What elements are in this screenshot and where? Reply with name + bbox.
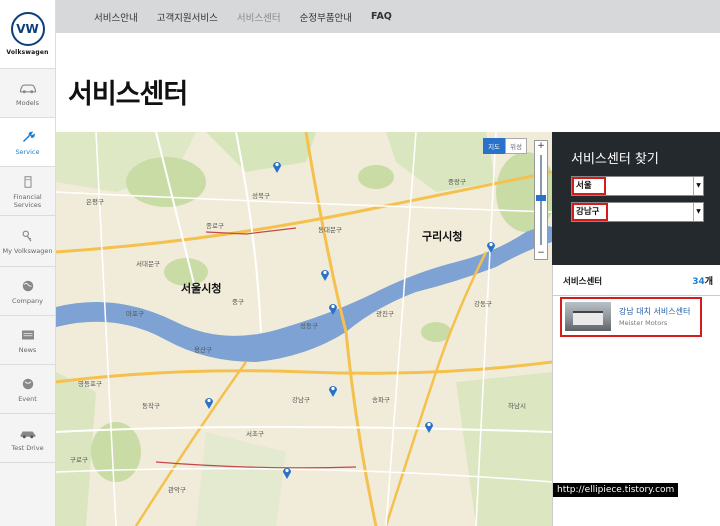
map-pin-icon[interactable] xyxy=(424,420,434,433)
results-count: 34개 xyxy=(692,274,713,287)
chevron-down-icon: ▼ xyxy=(693,177,703,195)
topnav-faq[interactable]: FAQ xyxy=(371,11,392,22)
sidebar-item-service[interactable]: Service xyxy=(0,118,55,167)
map-label-mapo: 마포구 xyxy=(126,310,144,318)
sidebar-item-event[interactable]: Event xyxy=(0,365,55,414)
chevron-down-icon: ▼ xyxy=(693,203,703,221)
results-header: 서비스센터 34개 xyxy=(553,265,720,296)
sidebar-item-financial[interactable]: Financial Services xyxy=(0,167,55,216)
sidebar-item-label: Service xyxy=(15,147,40,156)
sidebar-item-label: Event xyxy=(18,394,37,403)
logo[interactable]: VW Volkswagen xyxy=(0,0,55,69)
map-label-songpa: 송파구 xyxy=(372,396,390,404)
map-label-guri-city-hall: 구리시청 xyxy=(422,230,463,243)
calculator-icon xyxy=(24,175,31,188)
sidebar: VW Volkswagen Models Service Financial S… xyxy=(0,0,56,526)
zoom-in-button[interactable]: + xyxy=(535,141,547,152)
topnav-genuine-parts[interactable]: 순정부품안내 xyxy=(300,10,352,24)
map-label-jungnang: 중랑구 xyxy=(448,178,466,186)
map-pin-icon[interactable] xyxy=(272,160,282,173)
sidebar-item-company[interactable]: Company xyxy=(0,267,55,316)
map-label-jung: 중구 xyxy=(232,298,244,306)
map-label-seongbuk: 성북구 xyxy=(252,192,270,200)
wrench-icon xyxy=(22,131,35,142)
sidebar-item-news[interactable]: News xyxy=(0,316,55,365)
district-select-value: 강남구 xyxy=(572,203,608,221)
result-item-dealer: Meister Motors xyxy=(619,319,668,327)
map-label-hanam: 하남시 xyxy=(508,402,526,410)
car-icon xyxy=(19,83,36,93)
map-type-toggle: 지도 위성 xyxy=(483,138,527,154)
sidebar-item-label: Models xyxy=(16,98,39,107)
zoom-slider-handle[interactable] xyxy=(536,195,546,201)
result-item[interactable]: 강남 대치 서비스센터 Meister Motors xyxy=(560,297,702,337)
map-label-jongno: 종로구 xyxy=(206,222,224,230)
map-label-yongsan: 용산구 xyxy=(194,346,212,354)
sidebar-item-label: Financial Services xyxy=(13,192,42,209)
map-label-yeongdeungpo: 영등포구 xyxy=(78,380,102,388)
sidebar-item-my-volkswagen[interactable]: My Volkswagen xyxy=(0,216,55,267)
topnav-customer-support[interactable]: 고객지원서비스 xyxy=(157,10,218,24)
map-pin-icon[interactable] xyxy=(204,396,214,409)
city-select-value: 서울 xyxy=(572,177,606,195)
brand-name: Volkswagen xyxy=(6,49,49,56)
key-icon xyxy=(22,230,31,242)
watermark: http://ellipiece.tistory.com xyxy=(553,483,679,497)
map-label-gangdong: 강동구 xyxy=(474,300,492,308)
globe-icon xyxy=(22,280,33,291)
service-center-finder: 서비스센터 찾기 서울 ▼ 강남구 ▼ xyxy=(552,132,720,265)
sidebar-item-test-drive[interactable]: Test Drive xyxy=(0,414,55,463)
sidebar-item-label: Test Drive xyxy=(11,443,44,452)
map-label-gwangjin: 광진구 xyxy=(376,310,394,318)
map-label-seoul-city-hall: 서울시청 xyxy=(181,282,222,295)
map-pin-icon[interactable] xyxy=(282,466,292,479)
sidebar-item-label: Company xyxy=(12,296,43,305)
topnav-service-info[interactable]: 서비스안내 xyxy=(94,10,138,24)
finder-title: 서비스센터 찾기 xyxy=(571,152,659,167)
district-select[interactable]: 강남구 ▼ xyxy=(571,202,704,222)
map-pin-icon[interactable] xyxy=(320,268,330,281)
map-pin-icon[interactable] xyxy=(486,240,496,253)
results-header-label: 서비스센터 xyxy=(563,277,603,287)
globe-icon xyxy=(22,378,33,389)
service-center-photo xyxy=(565,302,611,331)
result-item-name: 강남 대치 서비스센터 xyxy=(619,307,691,316)
car-icon xyxy=(20,431,35,438)
results-count-unit: 개 xyxy=(704,277,713,287)
sidebar-item-label: My Volkswagen xyxy=(2,246,53,255)
map-type-map-button[interactable]: 지도 xyxy=(483,138,506,154)
map-label-seongdong: 성동구 xyxy=(300,322,318,330)
map-type-satellite-button[interactable]: 위성 xyxy=(505,138,527,154)
map-label-dongjak: 동작구 xyxy=(142,402,160,410)
map-label-guro: 구로구 xyxy=(70,456,88,464)
top-navigation: 서비스안내 고객지원서비스 서비스센터 순정부품안내 FAQ xyxy=(56,0,720,33)
map-label-eunpyeong: 은평구 xyxy=(86,198,104,206)
map-label-dongdaemun: 동대문구 xyxy=(318,226,342,234)
map[interactable]: 서울시청 구리시청 성북구 종로구 중구 용산구 강남구 서초구 송파구 광진구… xyxy=(56,132,552,526)
zoom-control: + − xyxy=(534,140,548,260)
zoom-out-button[interactable]: − xyxy=(535,248,547,259)
topnav-service-center[interactable]: 서비스센터 xyxy=(237,10,281,24)
sidebar-item-models[interactable]: Models xyxy=(0,69,55,118)
map-label-gangnam: 강남구 xyxy=(292,396,310,404)
page-title: 서비스센터 xyxy=(68,79,188,110)
city-select[interactable]: 서울 ▼ xyxy=(571,176,704,196)
map-label-seocho: 서초구 xyxy=(246,430,264,438)
news-icon xyxy=(21,330,34,339)
map-label-seodaemun: 서대문구 xyxy=(136,260,160,268)
map-pin-icon[interactable] xyxy=(328,302,338,315)
vw-logo-icon: VW xyxy=(10,12,45,46)
map-pin-icon[interactable] xyxy=(328,384,338,397)
results-count-value: 34 xyxy=(692,277,705,287)
sidebar-item-label: News xyxy=(18,345,37,354)
map-label-gwanak: 관악구 xyxy=(168,486,186,494)
